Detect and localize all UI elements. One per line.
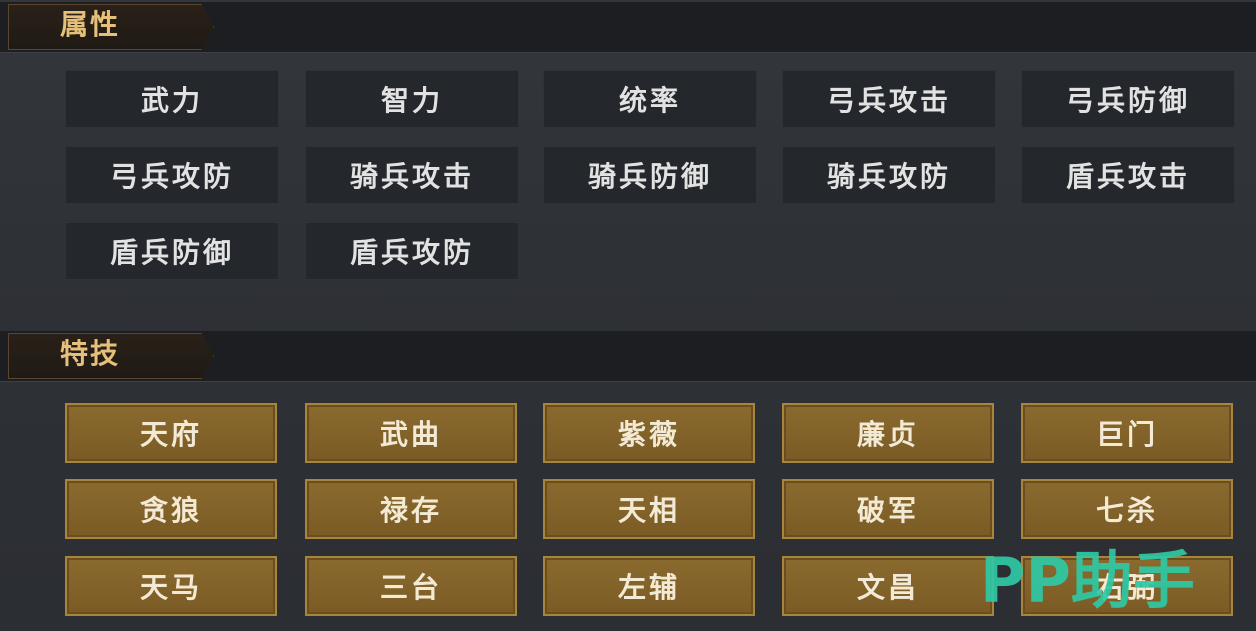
- skill-button[interactable]: 禄存: [305, 479, 517, 539]
- skill-button[interactable]: 紫薇: [543, 403, 755, 463]
- skill-button[interactable]: 天相: [543, 479, 755, 539]
- attribute-button[interactable]: 统率: [543, 70, 757, 128]
- skill-button[interactable]: 武曲: [305, 403, 517, 463]
- attribute-button[interactable]: 智力: [305, 70, 519, 128]
- skill-button[interactable]: 破军: [782, 479, 994, 539]
- attribute-button[interactable]: 骑兵攻击: [305, 146, 519, 204]
- attribute-button[interactable]: 弓兵攻击: [782, 70, 996, 128]
- attribute-button[interactable]: 弓兵攻防: [65, 146, 279, 204]
- skill-button[interactable]: 天马: [65, 556, 277, 616]
- attribute-button[interactable]: 武力: [65, 70, 279, 128]
- attribute-button[interactable]: 盾兵攻击: [1021, 146, 1235, 204]
- skill-button[interactable]: 贪狼: [65, 479, 277, 539]
- attribute-button[interactable]: 弓兵防御: [1021, 70, 1235, 128]
- skill-button[interactable]: 天府: [65, 403, 277, 463]
- attribute-button[interactable]: 盾兵防御: [65, 222, 279, 280]
- skill-button[interactable]: 廉贞: [782, 403, 994, 463]
- skill-button[interactable]: 巨门: [1021, 403, 1233, 463]
- attribute-button[interactable]: 骑兵攻防: [782, 146, 996, 204]
- attributes-section-title: 属性: [60, 8, 121, 41]
- skill-button[interactable]: 左辅: [543, 556, 755, 616]
- skills-section-header: 特技: [0, 331, 1256, 382]
- attribute-button[interactable]: 盾兵攻防: [305, 222, 519, 280]
- watermark-logo: PP助手: [980, 544, 1195, 617]
- skill-button[interactable]: 三台: [305, 556, 517, 616]
- attributes-section-header: 属性: [0, 2, 1256, 53]
- attribute-button[interactable]: 骑兵防御: [543, 146, 757, 204]
- skill-button[interactable]: 文昌: [782, 556, 994, 616]
- skills-section-title: 特技: [60, 337, 121, 370]
